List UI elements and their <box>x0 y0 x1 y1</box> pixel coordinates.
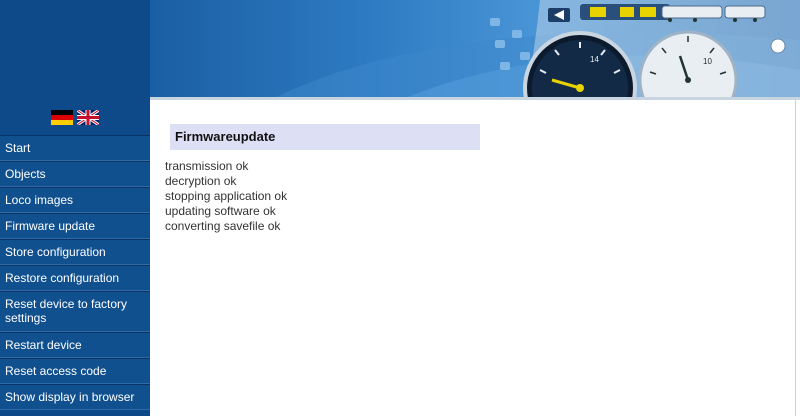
sidebar-item-reset-factory-settings[interactable]: Reset device to factory settings <box>0 291 150 332</box>
gauge-left-label: 14 <box>590 55 599 64</box>
page-title: Firmwareupdate <box>170 124 480 150</box>
uk-flag-icon[interactable] <box>77 110 99 125</box>
sidebar-item-loco-images[interactable]: Loco images <box>0 187 150 213</box>
log-line: converting savefile ok <box>165 219 281 233</box>
banner-illustration: 14 10 <box>270 0 800 100</box>
sidebar-item-restore-configuration[interactable]: Restore configuration <box>0 265 150 291</box>
language-switcher <box>0 100 150 135</box>
logo-area <box>0 0 150 100</box>
sidebar-item-store-configuration[interactable]: Store configuration <box>0 239 150 265</box>
header-banner: 14 10 <box>150 0 800 100</box>
german-flag-icon[interactable] <box>51 110 73 125</box>
sidebar-item-show-display[interactable]: Show display in browser <box>0 384 150 410</box>
log-line: transmission ok <box>165 159 249 173</box>
sidebar-item-objects[interactable]: Objects <box>0 161 150 187</box>
sidebar-item-start[interactable]: Start <box>0 135 150 161</box>
gauge-right-label: 10 <box>703 57 712 66</box>
sidebar-item-firmware-update[interactable]: Firmware update <box>0 213 150 239</box>
main-content: Firmwareupdate transmission ok decryptio… <box>150 100 800 416</box>
update-log: transmission ok decryption ok stopping a… <box>165 159 287 234</box>
sidebar: Start Objects Loco images Firmware updat… <box>0 100 150 416</box>
log-line: stopping application ok <box>165 189 288 203</box>
sidebar-item-reset-access-code[interactable]: Reset access code <box>0 358 150 384</box>
log-line: decryption ok <box>165 174 237 188</box>
log-line: updating software ok <box>165 204 276 218</box>
content-frame-border <box>795 100 796 416</box>
sidebar-item-restart-device[interactable]: Restart device <box>0 332 150 358</box>
